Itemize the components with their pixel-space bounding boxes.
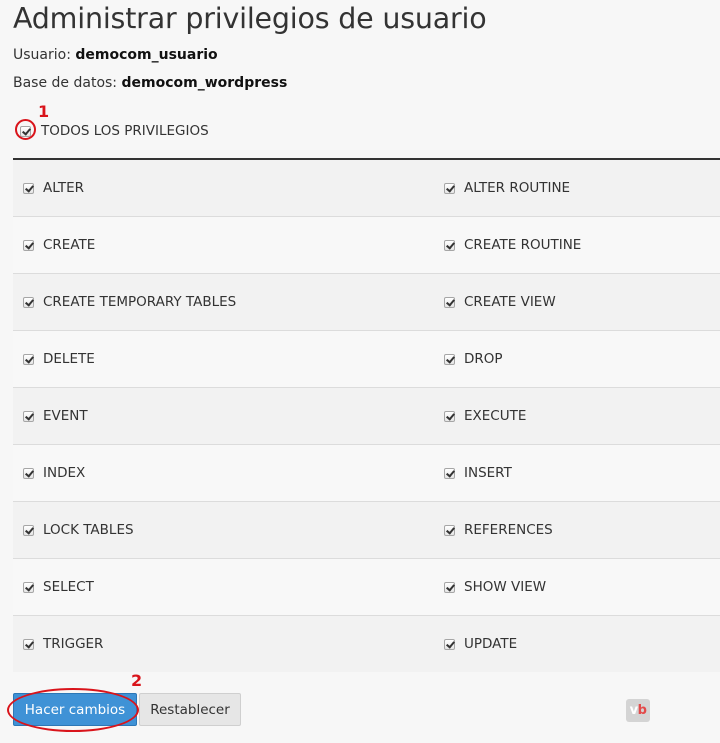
watermark-logo: vb bbox=[626, 699, 650, 722]
checkbox-checked-icon[interactable] bbox=[444, 239, 455, 251]
watermark-letter-b: b bbox=[637, 703, 647, 718]
privilege-row: CREATE TEMPORARY TABLES CREATE VIEW bbox=[13, 274, 720, 331]
checkbox-checked-icon[interactable] bbox=[444, 353, 455, 365]
privilege-checkbox-update[interactable]: UPDATE bbox=[444, 616, 517, 672]
checkbox-checked-icon[interactable] bbox=[23, 182, 34, 194]
privileges-table: ALTER ALTER ROUTINE CREATE CREATE ROUTINE CR… bbox=[13, 160, 720, 672]
checkbox-checked-icon[interactable] bbox=[23, 353, 34, 365]
privilege-checkbox-drop[interactable]: DROP bbox=[444, 331, 503, 387]
checkbox-checked-icon[interactable] bbox=[23, 581, 34, 593]
privilege-label: UPDATE bbox=[464, 636, 518, 652]
save-changes-button[interactable]: Hacer cambios bbox=[13, 693, 137, 726]
privilege-label: CREATE VIEW bbox=[464, 294, 556, 310]
checkbox-checked-icon[interactable] bbox=[444, 581, 455, 593]
checkbox-checked-icon[interactable] bbox=[20, 125, 31, 137]
annotation-step-1: 1 bbox=[38, 102, 50, 121]
checkbox-checked-icon[interactable] bbox=[444, 296, 455, 308]
privilege-checkbox-trigger[interactable]: TRIGGER bbox=[23, 616, 103, 672]
privilege-label: LOCK TABLES bbox=[43, 522, 134, 538]
privilege-row: TRIGGER UPDATE bbox=[13, 616, 720, 672]
privilege-label: DROP bbox=[464, 351, 503, 367]
privilege-label: REFERENCES bbox=[464, 522, 553, 538]
privilege-checkbox-event[interactable]: EVENT bbox=[23, 388, 88, 444]
privilege-label: INDEX bbox=[43, 465, 86, 481]
checkbox-checked-icon[interactable] bbox=[23, 410, 34, 422]
checkbox-checked-icon[interactable] bbox=[23, 239, 34, 251]
privilege-label: SHOW VIEW bbox=[464, 579, 547, 595]
reset-button[interactable]: Restablecer bbox=[139, 693, 241, 726]
privilege-row: CREATE CREATE ROUTINE bbox=[13, 217, 720, 274]
privilege-checkbox-alter-routine[interactable]: ALTER ROUTINE bbox=[444, 160, 570, 216]
checkbox-checked-icon[interactable] bbox=[444, 182, 455, 194]
privilege-checkbox-insert[interactable]: INSERT bbox=[444, 445, 512, 501]
watermark-letter-v: v bbox=[629, 703, 638, 718]
checkbox-checked-icon[interactable] bbox=[444, 638, 455, 650]
privilege-label: EVENT bbox=[43, 408, 88, 424]
checkbox-checked-icon[interactable] bbox=[23, 638, 34, 650]
page-title: Administrar privilegios de usuario bbox=[13, 2, 487, 35]
privilege-row: LOCK TABLES REFERENCES bbox=[13, 502, 720, 559]
privilege-label: SELECT bbox=[43, 579, 94, 595]
checkbox-checked-icon[interactable] bbox=[444, 410, 455, 422]
privilege-label: INSERT bbox=[464, 465, 512, 481]
privilege-checkbox-create-routine[interactable]: CREATE ROUTINE bbox=[444, 217, 581, 273]
privilege-row: DELETE DROP bbox=[13, 331, 720, 388]
privilege-checkbox-references[interactable]: REFERENCES bbox=[444, 502, 553, 558]
privilege-label: CREATE ROUTINE bbox=[464, 237, 582, 253]
privilege-label: EXECUTE bbox=[464, 408, 527, 424]
privilege-label: CREATE TEMPORARY TABLES bbox=[43, 294, 237, 310]
checkbox-checked-icon[interactable] bbox=[23, 524, 34, 536]
checkbox-checked-icon[interactable] bbox=[444, 524, 455, 536]
privilege-checkbox-alter[interactable]: ALTER bbox=[23, 160, 84, 216]
user-info: Usuario: democom_usuario bbox=[13, 47, 218, 63]
privilege-label: ALTER bbox=[43, 180, 85, 196]
privilege-row: ALTER ALTER ROUTINE bbox=[13, 160, 720, 217]
privilege-checkbox-execute[interactable]: EXECUTE bbox=[444, 388, 526, 444]
checkbox-checked-icon[interactable] bbox=[23, 467, 34, 479]
privilege-checkbox-delete[interactable]: DELETE bbox=[23, 331, 95, 387]
privilege-label: TRIGGER bbox=[43, 636, 104, 652]
user-value: democom_usuario bbox=[75, 47, 218, 63]
all-privileges-checkbox[interactable]: TODOS LOS PRIVILEGIOS bbox=[20, 122, 209, 140]
privilege-row: INDEX INSERT bbox=[13, 445, 720, 502]
privilege-checkbox-create-temporary-tables[interactable]: CREATE TEMPORARY TABLES bbox=[23, 274, 236, 330]
privilege-label: ALTER ROUTINE bbox=[464, 180, 571, 196]
checkbox-checked-icon[interactable] bbox=[23, 296, 34, 308]
annotation-step-2: 2 bbox=[131, 671, 143, 690]
database-info: Base de datos: democom_wordpress bbox=[13, 75, 287, 91]
privilege-checkbox-index[interactable]: INDEX bbox=[23, 445, 85, 501]
checkbox-checked-icon[interactable] bbox=[444, 467, 455, 479]
privilege-checkbox-create-view[interactable]: CREATE VIEW bbox=[444, 274, 556, 330]
privilege-checkbox-lock-tables[interactable]: LOCK TABLES bbox=[23, 502, 134, 558]
database-value: democom_wordpress bbox=[121, 75, 288, 91]
privilege-checkbox-show-view[interactable]: SHOW VIEW bbox=[444, 559, 546, 615]
all-privileges-label: TODOS LOS PRIVILEGIOS bbox=[41, 123, 209, 139]
privilege-checkbox-select[interactable]: SELECT bbox=[23, 559, 94, 615]
privilege-label: DELETE bbox=[43, 351, 95, 367]
user-label: Usuario: bbox=[13, 47, 71, 63]
privilege-row: EVENT EXECUTE bbox=[13, 388, 720, 445]
database-label: Base de datos: bbox=[13, 75, 118, 91]
privilege-checkbox-create[interactable]: CREATE bbox=[23, 217, 95, 273]
privilege-label: CREATE bbox=[43, 237, 96, 253]
privilege-row: SELECT SHOW VIEW bbox=[13, 559, 720, 616]
